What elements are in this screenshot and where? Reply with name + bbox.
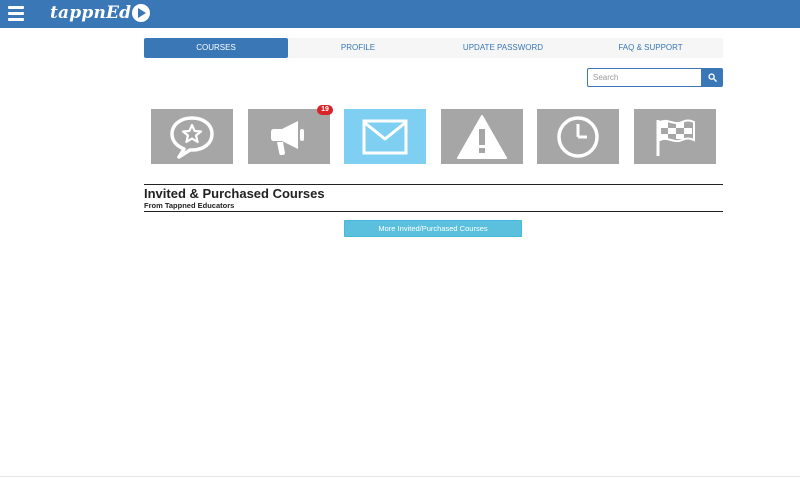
section-subtitle: From Tappned Educators <box>144 201 235 210</box>
warning-icon <box>457 114 507 159</box>
tile-history[interactable] <box>537 109 619 164</box>
tile-announcements[interactable]: 19 <box>248 105 333 164</box>
section-title: Invited & Purchased Courses <box>144 186 325 201</box>
tab-faq-support[interactable]: FAQ & SUPPORT <box>578 38 723 58</box>
clock-icon <box>557 115 599 158</box>
megaphone-icon <box>271 120 304 155</box>
search-button[interactable] <box>701 68 723 87</box>
tab-profile[interactable]: PROFILE <box>288 38 428 58</box>
app-logo[interactable]: tappnEd <box>50 2 151 24</box>
tile-reviews[interactable] <box>151 109 233 164</box>
nav-tabs: COURSES PROFILE UPDATE PASSWORD FAQ & SU… <box>144 38 723 58</box>
more-courses-button[interactable]: More Invited/Purchased Courses <box>344 220 522 237</box>
hamburger-menu-icon[interactable] <box>8 6 24 22</box>
star-speech-bubble-icon <box>170 115 214 159</box>
notification-badge: 19 <box>317 105 333 115</box>
tab-courses[interactable]: COURSES <box>144 38 288 58</box>
search-input[interactable] <box>587 68 701 87</box>
footer-divider <box>0 476 800 477</box>
tile-alerts[interactable] <box>441 109 523 164</box>
section-top-divider <box>144 184 723 185</box>
logo-text: tappnEd <box>50 3 132 23</box>
checkered-flag-icon <box>656 119 695 156</box>
play-icon <box>132 4 151 22</box>
tile-messages[interactable] <box>344 109 426 164</box>
search-icon <box>707 73 717 82</box>
tile-completed[interactable] <box>634 109 716 164</box>
envelope-icon <box>362 119 408 154</box>
top-bar: tappnEd <box>0 0 800 28</box>
search-bar <box>587 68 723 87</box>
section-bottom-divider <box>144 211 723 212</box>
tab-update-password[interactable]: UPDATE PASSWORD <box>428 38 578 58</box>
